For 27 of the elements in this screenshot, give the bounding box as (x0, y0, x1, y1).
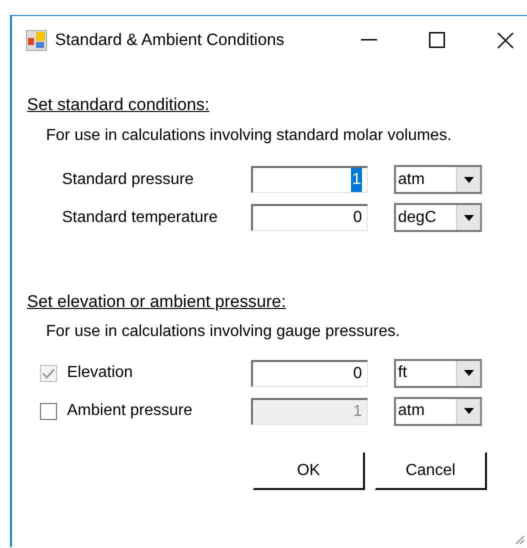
close-icon (496, 32, 514, 48)
input-field[interactable]: 0 (251, 204, 368, 231)
resize-grip-icon[interactable] (513, 533, 525, 545)
unit-dropdown[interactable]: atm (394, 165, 482, 194)
minimize-icon (361, 39, 377, 41)
checkbox-label: Elevation (67, 363, 133, 383)
section-description: For use in calculations involving standard molar volumes. (46, 126, 453, 146)
checkbox-label: Ambient pressure (67, 401, 192, 421)
section-heading: Set standard conditions: (27, 94, 210, 116)
dropdown-arrow-icon (464, 408, 474, 414)
ok-button[interactable]: OK (253, 452, 365, 490)
dropdown-arrow-icon (464, 176, 474, 182)
app-icon (26, 30, 47, 50)
window-title: Standard & Ambient Conditions (55, 30, 284, 51)
maximize-icon (429, 32, 445, 48)
input-field[interactable]: 0 (251, 360, 368, 386)
dropdown-arrow-icon (464, 370, 474, 376)
section-description: For use in calculations involving gauge pressures. (46, 322, 401, 342)
section-heading: Set elevation or ambient pressure: (27, 290, 287, 312)
field-label: Standard temperature (62, 208, 218, 228)
input-field[interactable]: 1 (251, 166, 368, 193)
cancel-button[interactable]: Cancel (375, 452, 487, 490)
dropdown-arrow-icon (464, 214, 474, 220)
unit-dropdown[interactable]: degC (394, 203, 482, 232)
input-field: 1 (251, 398, 368, 424)
field-label: Standard pressure (62, 170, 194, 190)
unit-dropdown[interactable]: ft (394, 358, 482, 388)
